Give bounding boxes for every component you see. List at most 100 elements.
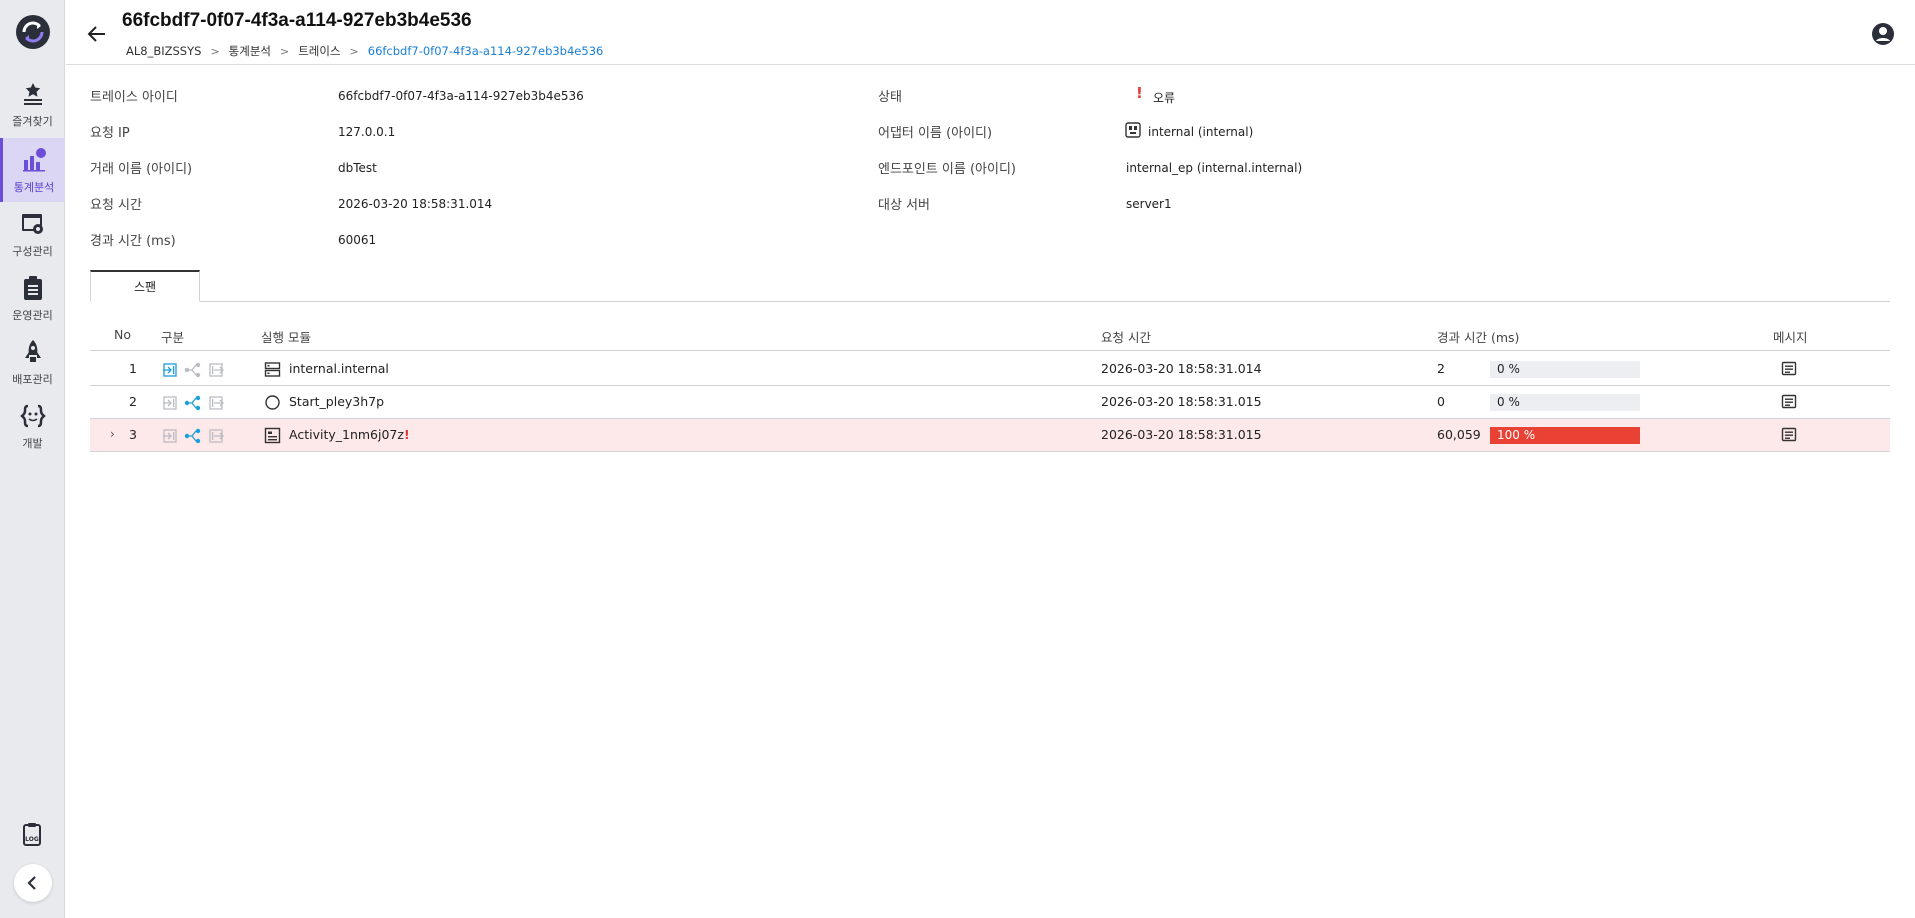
row-time: 2026-03-20 18:58:31.015 bbox=[1101, 427, 1262, 442]
row-module[interactable]: Start_pley3h7p bbox=[289, 394, 384, 409]
info-value: 127.0.0.1 bbox=[338, 125, 396, 139]
elapsed-progress-bar: 100 % bbox=[1490, 427, 1640, 444]
elapsed-progress-bar: 0 % bbox=[1490, 394, 1640, 411]
flow-icon bbox=[184, 428, 201, 444]
tab-bar: 스팬 bbox=[90, 270, 1890, 302]
info-label: 대상 서버 bbox=[878, 198, 930, 213]
info-label: 어댑터 이름 (아이디) bbox=[878, 126, 993, 141]
status-value: 오류 bbox=[1153, 91, 1176, 105]
chart-icon bbox=[23, 148, 46, 172]
info-label: 거래 이름 (아이디) bbox=[90, 162, 193, 177]
info-value: internal (internal) bbox=[1148, 125, 1254, 139]
row-time: 2026-03-20 18:58:31.014 bbox=[1101, 361, 1262, 376]
row-no: 2 bbox=[129, 394, 137, 409]
adapter-icon bbox=[1125, 122, 1141, 138]
breadcrumb-item[interactable]: 통계분석 bbox=[229, 44, 271, 58]
chevron-left-icon bbox=[27, 876, 36, 890]
info-label: 요청 시간 bbox=[90, 198, 142, 213]
info-label: 경과 시간 (ms) bbox=[90, 234, 176, 249]
message-icon[interactable] bbox=[1781, 361, 1797, 377]
sidebar-item-statistics[interactable]: 통계분석 bbox=[0, 138, 65, 202]
table-row[interactable]: 2 Start_pley3h7p 2026-03-20 18:58:31.015 0 0… bbox=[90, 386, 1890, 419]
tab-span[interactable]: 스팬 bbox=[90, 270, 200, 302]
window-settings-icon bbox=[21, 214, 43, 234]
error-icon: ! bbox=[1136, 84, 1143, 102]
row-no: 3 bbox=[129, 427, 137, 442]
outbound-icon bbox=[209, 429, 224, 443]
column-header-kind: 구분 bbox=[161, 330, 185, 345]
row-elapsed: 2 bbox=[1437, 361, 1445, 376]
sidebar-item-label: 즐겨찾기 bbox=[12, 115, 53, 128]
column-header-message: 메시지 bbox=[1773, 330, 1808, 345]
info-value: 2026-03-20 18:58:31.014 bbox=[338, 197, 493, 211]
activity-icon bbox=[264, 427, 281, 444]
breadcrumb-item[interactable]: AL8_BIZSSYS bbox=[126, 44, 201, 58]
page-header: 66fcbdf7-0f07-4f3a-a114-927eb3b4e536 AL8… bbox=[66, 0, 1915, 65]
info-label: 요청 IP bbox=[90, 126, 130, 141]
column-header-no: No bbox=[114, 327, 131, 342]
star-list-icon bbox=[23, 83, 42, 105]
sidebar-item-config[interactable]: 구성관리 bbox=[0, 202, 65, 266]
breadcrumb: AL8_BIZSSYS > 통계분석 > 트레이스 >66fcbdf7-0f07-4f3a… bbox=[126, 43, 603, 59]
info-value: internal_ep (internal.internal) bbox=[1126, 161, 1303, 175]
info-label: 엔드포인트 이름 (아이디) bbox=[878, 162, 1017, 177]
sidebar-item-label: 운영관리 bbox=[12, 309, 53, 322]
column-header-time: 요청 시간 bbox=[1101, 330, 1151, 345]
outbound-icon bbox=[209, 363, 224, 377]
elapsed-progress-bar: 0 % bbox=[1490, 361, 1640, 378]
elapsed-percent: 100 % bbox=[1497, 428, 1536, 442]
circle-icon bbox=[265, 395, 280, 410]
arrow-left-icon[interactable] bbox=[86, 23, 108, 45]
table-row[interactable]: › 3 Activity_1nm6j07z! 2026-03-20 18:58:31.… bbox=[90, 419, 1890, 452]
chevron-right-icon: > bbox=[279, 45, 290, 58]
chevron-right-icon: > bbox=[349, 45, 359, 58]
info-value: dbTest bbox=[338, 161, 377, 175]
module-name: internal.internal bbox=[289, 361, 389, 376]
info-value: server1 bbox=[1126, 197, 1172, 211]
sidebar-item-label: 개발 bbox=[22, 437, 43, 450]
message-icon[interactable] bbox=[1781, 394, 1797, 410]
sidebar-item-dev[interactable]: 개발 bbox=[0, 394, 65, 458]
info-value: 66fcbdf7-0f07-4f3a-a114-927eb3b4e536 bbox=[338, 89, 584, 103]
sidebar-item-operations[interactable]: 운영관리 bbox=[0, 266, 65, 330]
info-label: 트레이스 아이디 bbox=[90, 90, 178, 105]
breadcrumb-current: 66fcbdf7-0f07-4f3a-a114-927eb3b4e536 bbox=[367, 44, 604, 58]
breadcrumb-item[interactable]: 트레이스 bbox=[298, 44, 340, 58]
sidebar: 즐겨찾기 통계분석 구성관리 운영관리 배포관리 개발 LOG bbox=[0, 0, 65, 918]
column-header-elapsed: 경과 시간 (ms) bbox=[1437, 330, 1520, 345]
kind-icons bbox=[162, 428, 224, 444]
user-account-icon[interactable] bbox=[1871, 22, 1895, 46]
server-icon bbox=[264, 362, 281, 377]
inbound-icon bbox=[163, 363, 177, 377]
sidebar-item-label: 구성관리 bbox=[12, 245, 53, 258]
sidebar-item-label: 통계분석 bbox=[13, 181, 55, 194]
elapsed-percent: 0 % bbox=[1497, 395, 1520, 409]
kind-icons bbox=[162, 362, 224, 378]
sidebar-item-deploy[interactable]: 배포관리 bbox=[0, 330, 65, 394]
inbound-icon bbox=[163, 396, 177, 410]
kind-icons bbox=[162, 395, 224, 411]
log-icon[interactable]: LOG bbox=[20, 822, 46, 848]
table-header: No 구분 실행 모듈 요청 시간 경과 시간 (ms) 메시지 bbox=[90, 320, 1890, 351]
outbound-icon bbox=[209, 396, 224, 410]
row-no: 1 bbox=[129, 361, 137, 376]
column-header-module: 실행 모듈 bbox=[261, 330, 311, 345]
row-module[interactable]: Activity_1nm6j07z! bbox=[289, 427, 410, 442]
svg-text:LOG: LOG bbox=[25, 836, 39, 843]
chevron-right-icon: > bbox=[210, 45, 220, 58]
module-name: Start_pley3h7p bbox=[289, 394, 385, 409]
info-label: 상태 bbox=[878, 90, 902, 105]
table-row[interactable]: 1 internal.internal 2026-03-20 18:58:31.01… bbox=[90, 353, 1890, 386]
page-title: 66fcbdf7-0f07-4f3a-a114-927eb3b4e536 bbox=[122, 10, 472, 31]
module-name: Activity_1nm6j07z bbox=[289, 427, 404, 442]
row-time: 2026-03-20 18:58:31.015 bbox=[1101, 394, 1262, 409]
row-elapsed: 60,059 bbox=[1437, 427, 1481, 442]
row-module[interactable]: internal.internal bbox=[289, 361, 389, 376]
sidebar-item-favorites[interactable]: 즐겨찾기 bbox=[0, 72, 65, 136]
refresh-circle-logo[interactable] bbox=[15, 14, 51, 50]
expand-row-icon[interactable]: › bbox=[110, 427, 115, 441]
message-icon[interactable] bbox=[1781, 427, 1797, 443]
collapse-sidebar-button[interactable] bbox=[14, 864, 52, 902]
info-value: 60061 bbox=[338, 233, 377, 247]
flow-icon bbox=[184, 395, 201, 411]
